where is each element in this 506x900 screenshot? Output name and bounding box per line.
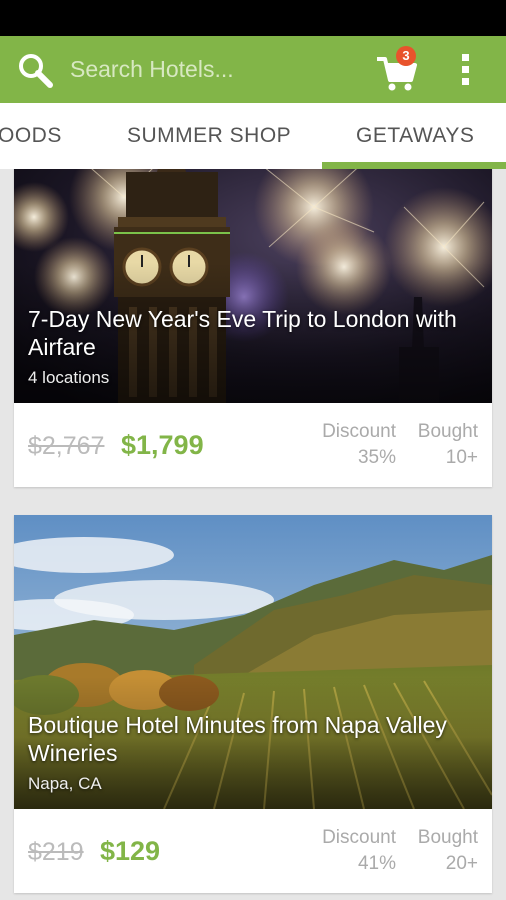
search-input[interactable]: Search Hotels... — [70, 56, 234, 84]
active-tab-indicator — [322, 162, 506, 169]
bought-value: 10+ — [445, 447, 478, 468]
deal-card[interactable]: Boutique Hotel Minutes from Napa Valley … — [14, 515, 492, 893]
bought-label: Bought — [417, 421, 478, 442]
bought-value: 20+ — [445, 853, 478, 874]
deal-price: $1,799 — [121, 430, 204, 460]
deal-feed[interactable]: 7-Day New Year's Eve Trip to London with… — [0, 169, 506, 900]
tab-summer-shop[interactable]: SUMMER SHOP — [127, 124, 291, 148]
deal-title: Boutique Hotel Minutes from Napa Valley … — [28, 712, 447, 766]
search-icon[interactable] — [16, 51, 56, 91]
tab-getaways[interactable]: GETAWAYS — [356, 124, 474, 148]
discount-label: Discount — [322, 421, 396, 442]
discount-value: 35% — [357, 447, 396, 468]
overflow-menu-icon[interactable] — [452, 52, 480, 88]
original-price: $219 — [28, 838, 84, 866]
status-bar — [0, 0, 506, 36]
deal-price: $129 — [100, 836, 161, 866]
cart-button[interactable]: 3 — [373, 46, 421, 94]
tab-foods[interactable]: OODS — [0, 124, 62, 148]
discount-label: Discount — [322, 827, 396, 848]
discount-value: 41% — [357, 853, 396, 874]
deal-location: 4 locations — [28, 368, 110, 387]
deal-location: Napa, CA — [28, 774, 102, 793]
deal-title: 7-Day New Year's Eve Trip to London with… — [28, 306, 457, 360]
cart-badge: 3 — [396, 46, 416, 66]
deal-card[interactable]: 7-Day New Year's Eve Trip to London with… — [14, 169, 492, 487]
action-bar: Search Hotels... 3 — [0, 36, 506, 103]
bought-label: Bought — [417, 827, 478, 848]
tab-bar: OODS SUMMER SHOP GETAWAYS — [0, 103, 506, 169]
original-price: $2,767 — [28, 432, 105, 460]
